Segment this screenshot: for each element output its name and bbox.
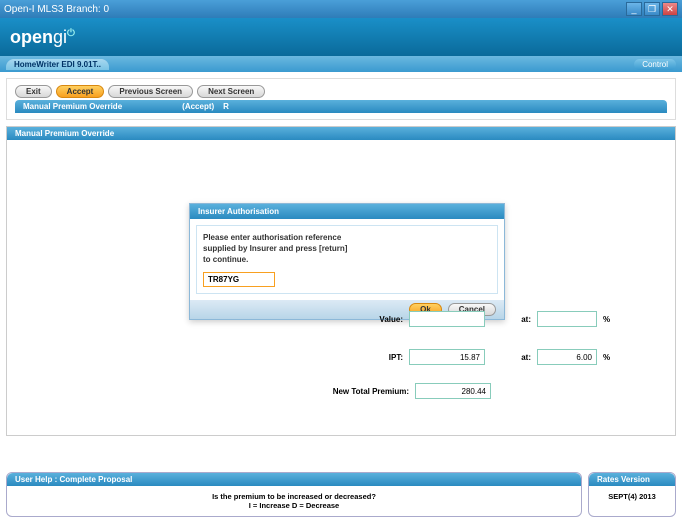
insurer-auth-dialog: Insurer Authorisation Please enter autho…: [189, 203, 505, 320]
at1-input[interactable]: [537, 311, 597, 327]
panel-title: Manual Premium Override: [7, 127, 675, 140]
percent-2: %: [603, 353, 615, 362]
tab-bar: HomeWriter EDI 9.01T.. Control: [0, 56, 682, 72]
value-label: Value:: [313, 315, 403, 324]
ipt-input[interactable]: [409, 349, 485, 365]
ipt-label: IPT:: [313, 353, 403, 362]
help-line-2: I = Increase D = Decrease: [15, 501, 573, 510]
percent-1: %: [603, 315, 615, 324]
auth-reference-input[interactable]: [203, 272, 275, 287]
accept-button[interactable]: Accept: [56, 85, 105, 98]
dialog-msg-3: to continue.: [203, 254, 491, 265]
at1-label: at:: [491, 315, 531, 324]
window-titlebar: Open-I MLS3 Branch: 0 _ ❐ ✕: [0, 0, 682, 18]
minimize-button[interactable]: _: [626, 2, 642, 16]
app-header: opengi⏻: [0, 18, 682, 56]
main-panel: Manual Premium Override Insurer Authoris…: [6, 126, 676, 436]
help-line-1: Is the premium to be increased or decrea…: [15, 492, 573, 501]
dialog-title: Insurer Authorisation: [190, 204, 504, 219]
new-total-input[interactable]: [415, 383, 491, 399]
control-button[interactable]: Control: [634, 59, 676, 70]
toolbar-subtitle: Manual Premium Override: [23, 102, 122, 111]
at2-label: at:: [491, 353, 531, 362]
dialog-msg-1: Please enter authorisation reference: [203, 232, 491, 243]
new-total-label: New Total Premium:: [289, 387, 409, 396]
rates-title: Rates Version: [589, 473, 675, 486]
toolbar: Exit Accept Previous Screen Next Screen …: [6, 78, 676, 120]
rates-version-panel: Rates Version SEPT(4) 2013: [588, 472, 676, 517]
at2-input[interactable]: [537, 349, 597, 365]
premium-fields: Value: at: % IPT: at: % New Total Premiu…: [7, 311, 675, 417]
previous-screen-button[interactable]: Previous Screen: [108, 85, 193, 98]
tab-homewriter[interactable]: HomeWriter EDI 9.01T..: [6, 59, 109, 70]
value-input[interactable]: [409, 311, 485, 327]
next-screen-button[interactable]: Next Screen: [197, 85, 265, 98]
app-logo: opengi⏻: [10, 27, 75, 48]
window-title: Open-I MLS3 Branch: 0: [4, 4, 626, 15]
exit-button[interactable]: Exit: [15, 85, 52, 98]
user-help-title: User Help : Complete Proposal: [7, 473, 581, 486]
dialog-msg-2: supplied by Insurer and press [return]: [203, 243, 491, 254]
rates-value: SEPT(4) 2013: [589, 486, 675, 507]
close-button[interactable]: ✕: [662, 2, 678, 16]
user-help-panel: User Help : Complete Proposal Is the pre…: [6, 472, 582, 517]
maximize-button[interactable]: ❐: [644, 2, 660, 16]
